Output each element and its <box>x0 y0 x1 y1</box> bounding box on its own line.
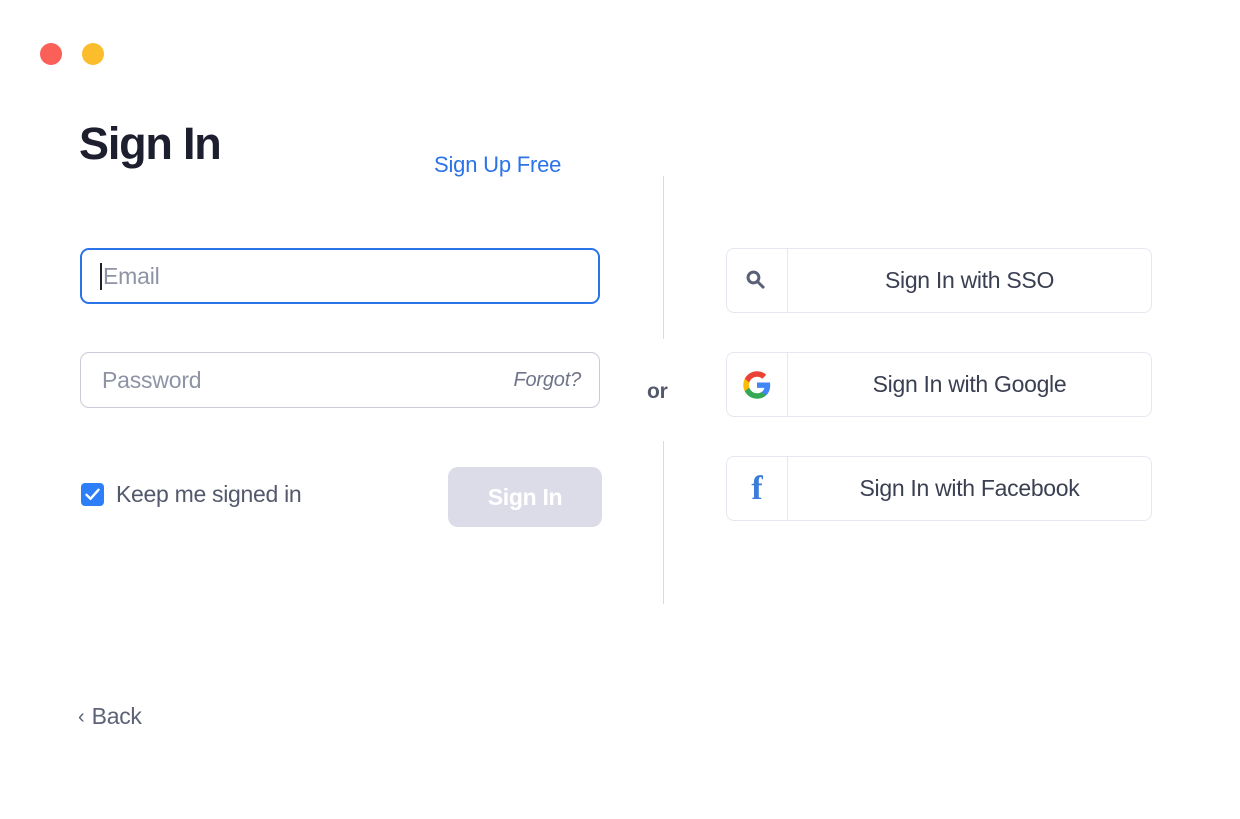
checkmark-icon <box>85 488 100 500</box>
password-placeholder: Password <box>102 366 202 393</box>
sso-button-label: Sign In with SSO <box>884 267 1055 293</box>
sign-up-free-link[interactable]: Sign Up Free <box>434 152 561 178</box>
keep-signed-in-label: Keep me signed in <box>116 481 302 507</box>
facebook-icon-cell: f <box>727 457 788 520</box>
back-link[interactable]: ‹ Back <box>78 705 142 728</box>
facebook-icon: f <box>751 469 763 507</box>
keep-signed-in-checkbox[interactable] <box>81 483 104 506</box>
keep-signed-in-row[interactable]: Keep me signed in <box>81 481 302 507</box>
sign-in-with-facebook-button[interactable]: f Sign In with Facebook <box>726 456 1152 521</box>
key-icon <box>746 270 765 289</box>
sign-in-button[interactable]: Sign In <box>448 467 602 527</box>
facebook-button-label: Sign In with Facebook <box>859 475 1080 501</box>
sign-in-with-sso-button[interactable]: Sign In with SSO <box>726 248 1152 313</box>
back-link-label: Back <box>91 703 142 729</box>
window-controls <box>40 43 104 65</box>
divider-line-top <box>663 176 664 339</box>
google-button-label: Sign In with Google <box>872 371 1067 397</box>
email-field[interactable]: Email <box>80 248 600 304</box>
text-caret <box>100 262 102 290</box>
divider-or-label: or <box>647 380 668 403</box>
chevron-left-icon: ‹ <box>78 705 85 728</box>
close-window-icon[interactable] <box>40 43 62 65</box>
sign-in-with-google-button[interactable]: Sign In with Google <box>726 352 1152 417</box>
divider-line-bottom <box>663 441 664 604</box>
google-icon-cell <box>727 353 788 416</box>
sso-icon-cell <box>727 249 788 312</box>
page-title: Sign In <box>79 118 222 169</box>
minimize-window-icon[interactable] <box>82 43 104 65</box>
password-field[interactable]: Password Forgot? <box>80 352 600 408</box>
google-icon <box>743 370 771 399</box>
forgot-password-link[interactable]: Forgot? <box>513 369 581 392</box>
email-placeholder: Email <box>103 262 160 289</box>
